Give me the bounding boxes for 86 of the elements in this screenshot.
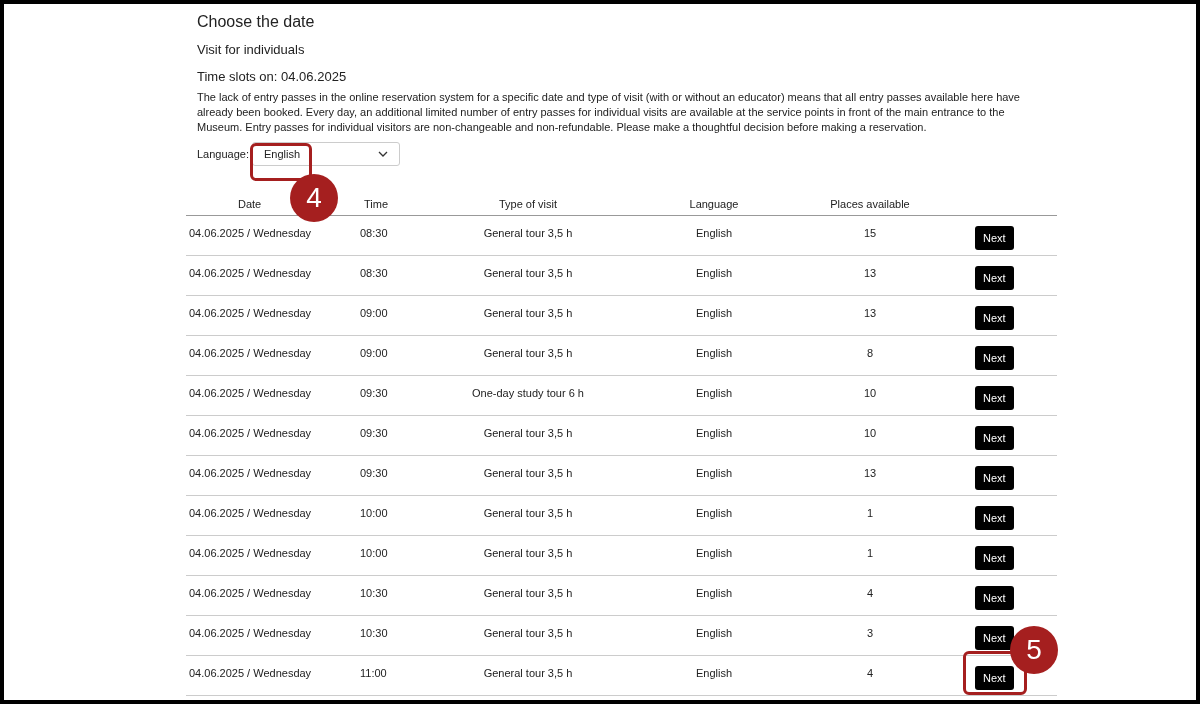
table-cell-text: 10:00 [359,545,389,561]
table-cell-text: 4 [865,665,875,681]
table-cell-text: 13 [862,305,878,321]
table-cell-text: English [694,225,734,241]
table-cell-text: English [694,305,734,321]
table-cell-text: English [694,505,734,521]
table-cell-text: English [694,345,734,361]
chevron-down-icon [378,151,388,157]
table-cell-text: 04.06.2025 / Wednesday [188,545,313,561]
table-cell-text: General tour 3,5 h [482,425,574,441]
table-cell-text: English [694,585,734,601]
table-cell-text: 04.06.2025 / Wednesday [188,345,313,361]
table-cell-text: English [694,465,734,481]
table-cell-text: 10:30 [359,625,389,641]
next-button[interactable]: Next [975,626,1014,650]
table-cell-text: 09:30 [359,425,389,441]
next-button[interactable]: Next [975,346,1014,370]
next-button[interactable]: Next [975,586,1014,610]
table-cell-text: 15 [862,225,878,241]
table-cell-text: 13 [862,465,878,481]
table-cell-text: English [694,625,734,641]
table-cell-text: 09:00 [359,345,389,361]
column-header: Date [238,197,262,213]
table-cell-text: 10 [862,425,878,441]
step-number-badge: 4 [290,174,338,222]
column-header: Time [363,197,388,213]
table-cell-text: 8 [865,345,875,361]
table-cell-text: General tour 3,5 h [482,625,574,641]
next-button[interactable]: Next [975,546,1014,570]
table-cell-text: 04.06.2025 / Wednesday [188,625,313,641]
column-header: Language [689,197,739,213]
visit-type-label: Visit for individuals [197,41,306,59]
table-cell-text: General tour 3,5 h [482,545,574,561]
table-cell-text: General tour 3,5 h [482,665,574,681]
table-cell-text: 3 [865,625,875,641]
table-cell-text: 08:30 [359,225,389,241]
table-cell-text: 04.06.2025 / Wednesday [188,665,313,681]
table-cell-text: 04.06.2025 / Wednesday [188,465,313,481]
table-cell-text: 04.06.2025 / Wednesday [188,425,313,441]
table-cell-text: 10:00 [359,505,389,521]
table-cell-text: General tour 3,5 h [482,585,574,601]
next-button[interactable]: Next [975,466,1014,490]
table-cell-text: 13 [862,265,878,281]
table-cell-text: English [694,545,734,561]
table-cell-text: 04.06.2025 / Wednesday [188,265,313,281]
next-button[interactable]: Next [975,226,1014,250]
time-slots-label: Time slots on: 04.06.2025 [197,67,348,86]
table-cell-text: 04.06.2025 / Wednesday [188,505,313,521]
page-heading: Choose the date [197,12,316,32]
table-cell-text: 10:30 [359,585,389,601]
table-cell-text: General tour 3,5 h [482,345,574,361]
table-cell-text: 1 [865,545,875,561]
next-button[interactable]: Next [975,266,1014,290]
table-cell-text: English [694,265,734,281]
next-button[interactable]: Next [975,386,1014,410]
table-cell-text: General tour 3,5 h [482,305,574,321]
table-cell-text: 09:00 [359,305,389,321]
table-cell-text: One-day study tour 6 h [471,385,585,401]
next-button[interactable]: Next [975,426,1014,450]
table-cell-text: 04.06.2025 / Wednesday [188,225,313,241]
table-cell-text: 04.06.2025 / Wednesday [188,385,313,401]
notice-text: The lack of entry passes in the online reservation system for a specific date and type of visit (with or without an educator) means that all entry passes available here have already been booked. Every day, an additional limited number of entry passes for individual visits are available at the service points in front of the main entrance to the Museum. Entry passes for individual visitors are non-changeable and non-refundable. Please make a thoughtful decision before making a reservation. [197,90,1021,135]
table-cell-text: General tour 3,5 h [482,505,574,521]
table-cell-text: 4 [865,585,875,601]
language-label: Language: [197,146,249,162]
table-cell-text: 04.06.2025 / Wednesday [188,585,313,601]
next-button[interactable]: Next [975,506,1014,530]
table-cell-text: 09:30 [359,465,389,481]
column-header: Type of visit [498,197,558,213]
table-cell-text: 09:30 [359,385,389,401]
table-cell-text: 04.06.2025 / Wednesday [188,305,313,321]
table-cell-text: 08:30 [359,265,389,281]
table-cell-text: English [694,385,734,401]
next-button[interactable]: Next [975,666,1014,690]
column-header: Places available [830,197,910,213]
table-cell-text: General tour 3,5 h [482,465,574,481]
table-cell-text: General tour 3,5 h [482,265,574,281]
next-button[interactable]: Next [975,306,1014,330]
table-cell-text: 11:00 [359,665,388,681]
table-cell-text: English [694,425,734,441]
step-number-badge: 5 [1010,626,1058,674]
table-cell-text: 1 [865,505,875,521]
table-cell-text: General tour 3,5 h [482,225,574,241]
language-select[interactable]: English [252,142,400,166]
table-cell-text: 10 [862,385,878,401]
table-cell-text: English [694,665,734,681]
